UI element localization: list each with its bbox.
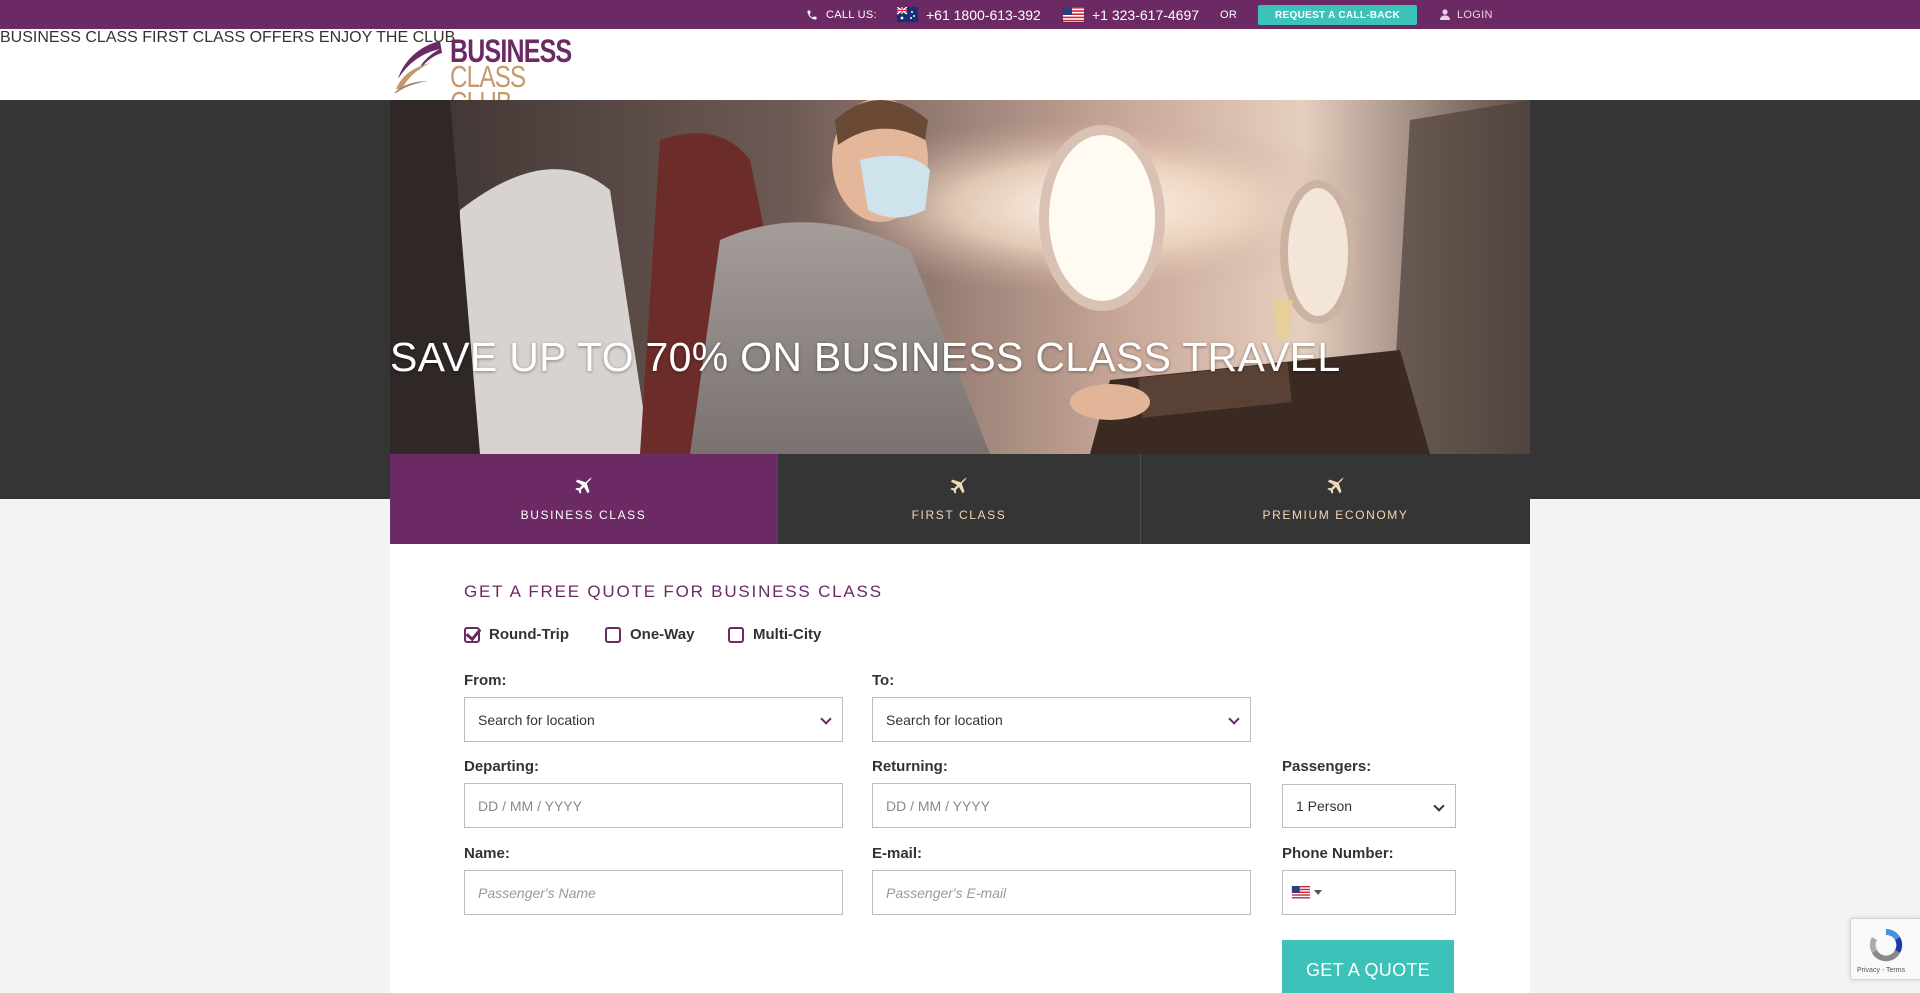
plane-icon — [574, 476, 592, 494]
name-label: Name: — [464, 845, 510, 862]
phone-icon — [807, 10, 817, 19]
class-tabs: BUSINESS CLASS FIRST CLASS PREMIUM ECONO… — [390, 454, 1530, 544]
email-label: E-mail: — [872, 845, 923, 862]
departing-placeholder: DD / MM / YYYY — [478, 797, 582, 814]
get-a-quote-button[interactable]: GET A QUOTE — [1282, 940, 1454, 993]
trip-multi-city[interactable]: Multi-City — [728, 626, 821, 643]
from-select[interactable]: Search for location — [464, 697, 843, 742]
plane-icon — [1326, 476, 1344, 494]
returning-placeholder: DD / MM / YYYY — [886, 797, 990, 814]
returning-date-input[interactable]: DD / MM / YYYY — [872, 783, 1251, 828]
tab-first-class[interactable]: FIRST CLASS — [778, 454, 1141, 544]
returning-label: Returning: — [872, 758, 948, 775]
name-placeholder: Passenger's Name — [478, 884, 596, 901]
phone-au-number: +61 1800-613-392 — [926, 6, 1041, 23]
form-title: GET A FREE QUOTE FOR BUSINESS CLASS — [464, 582, 883, 601]
departing-date-input[interactable]: DD / MM / YYYY — [464, 783, 843, 828]
quote-form: GET A FREE QUOTE FOR BUSINESS CLASS Roun… — [390, 544, 1530, 993]
departing-label: Departing: — [464, 758, 539, 775]
trip-label: One-Way — [630, 626, 695, 643]
nav-first-class[interactable]: FIRST CLASS — [142, 29, 245, 46]
logo-swoosh-icon — [394, 41, 442, 93]
plane-icon — [950, 476, 968, 494]
site-header: BUSINESS CLASS CLUB BUSINESS CLASS FIRST… — [0, 29, 1920, 118]
recaptcha-terms[interactable]: Privacy - Terms — [1857, 967, 1905, 974]
nav-business-class[interactable]: BUSINESS CLASS — [0, 29, 138, 46]
logo[interactable]: BUSINESS CLASS CLUB — [392, 35, 572, 118]
call-us: CALL US: — [806, 0, 877, 29]
checkbox — [605, 626, 621, 643]
hero-title: SAVE UP TO 70% ON BUSINESS CLASS TRAVEL — [390, 334, 1341, 380]
nav-offers[interactable]: OFFERS — [250, 29, 315, 46]
top-bar: CALL US: +61 1800-613-392 +1 323-617-469… — [0, 0, 1920, 29]
to-select[interactable]: Search for location — [872, 697, 1251, 742]
trip-label: Round-Trip — [489, 626, 569, 643]
or-text: OR — [1220, 8, 1238, 21]
tab-premium-economy[interactable]: PREMIUM ECONOMY — [1141, 454, 1530, 544]
tab-label: PREMIUM ECONOMY — [1262, 508, 1409, 522]
hero-image — [390, 100, 1530, 454]
country-code-dropdown[interactable] — [1291, 886, 1322, 899]
call-us-label: CALL US: — [826, 8, 877, 21]
chevron-down-icon — [1433, 800, 1445, 812]
phone-us-number: +1 323-617-4697 — [1092, 6, 1200, 23]
tab-business-class[interactable]: BUSINESS CLASS — [390, 454, 778, 544]
passengers-label: Passengers: — [1282, 758, 1372, 775]
chevron-down-icon — [1228, 713, 1240, 725]
email-placeholder: Passenger's E-mail — [886, 884, 1007, 901]
passengers-value: 1 Person — [1296, 798, 1353, 814]
phone-number-label: Phone Number: — [1282, 845, 1394, 862]
recaptcha-icon — [1869, 928, 1903, 962]
tab-label: FIRST CLASS — [911, 508, 1007, 522]
to-label: To: — [872, 672, 895, 689]
phone-au[interactable]: +61 1800-613-392 — [897, 0, 1041, 29]
passengers-select[interactable]: 1 Person — [1282, 784, 1456, 828]
caret-down-icon — [1314, 890, 1322, 895]
login-label: LOGIN — [1457, 8, 1493, 21]
name-input[interactable]: Passenger's Name — [464, 870, 843, 915]
user-icon — [1440, 9, 1450, 20]
chevron-down-icon — [820, 713, 832, 725]
trip-one-way[interactable]: One-Way — [605, 626, 694, 643]
request-callback-button[interactable]: REQUEST A CALL-BACK — [1258, 5, 1417, 25]
login-link[interactable]: LOGIN — [1440, 0, 1493, 29]
us-flag-icon — [1291, 886, 1311, 899]
trip-label: Multi-City — [753, 626, 822, 643]
phone-us[interactable]: +1 323-617-4697 — [1063, 0, 1199, 29]
recaptcha-badge[interactable]: Privacy - Terms — [1850, 918, 1920, 980]
to-value: Search for location — [886, 711, 1003, 728]
email-input[interactable]: Passenger's E-mail — [872, 870, 1251, 915]
from-label: From: — [464, 672, 507, 689]
us-flag-icon — [1063, 7, 1084, 22]
tab-label: BUSINESS CLASS — [520, 508, 647, 522]
phone-number-input[interactable] — [1282, 870, 1456, 915]
from-value: Search for location — [478, 711, 595, 728]
check-icon — [464, 626, 480, 643]
trip-round-trip[interactable]: Round-Trip — [464, 626, 569, 643]
checkbox — [728, 626, 744, 643]
au-flag-icon — [897, 7, 918, 22]
